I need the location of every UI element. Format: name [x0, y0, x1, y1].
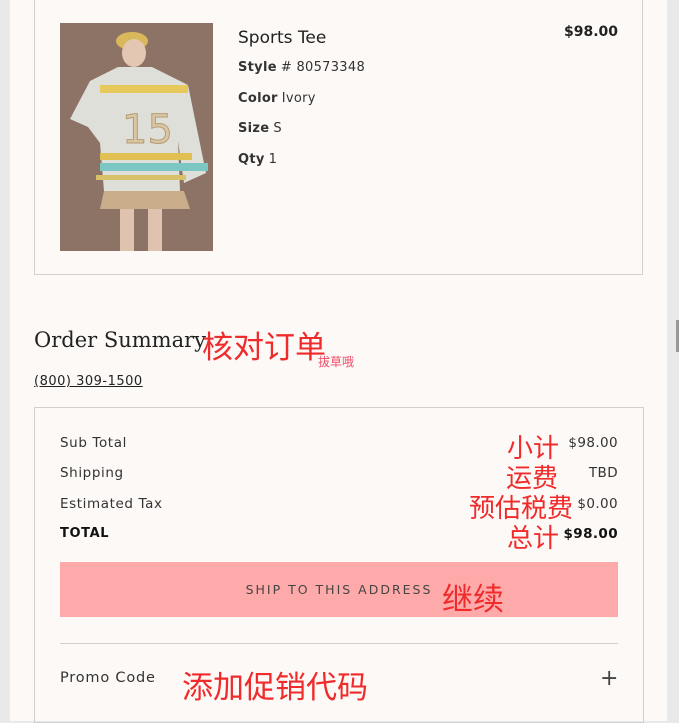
- phone-link[interactable]: (800) 309-1500: [34, 374, 143, 389]
- annotation-order-summary: 核对订单: [202, 330, 326, 366]
- subtotal-value: $98.00: [568, 435, 618, 451]
- product-name[interactable]: Sports Tee: [238, 28, 326, 48]
- qty-label: Qty: [238, 152, 265, 167]
- annotation-continue: 继续: [442, 582, 504, 618]
- color-value: Ivory: [281, 91, 316, 106]
- product-qty: Qty 1: [238, 152, 277, 167]
- annotation-total: 总计: [507, 524, 560, 554]
- product-style: Style # 80573348: [238, 60, 365, 75]
- order-summary-title: Order Summary: [34, 328, 206, 352]
- size-value: S: [273, 121, 282, 136]
- product-price: $98.00: [563, 24, 618, 40]
- style-value: # 80573348: [280, 60, 366, 75]
- product-size: Size S: [238, 121, 282, 136]
- total-label: TOTAL: [60, 526, 110, 541]
- qty-value: 1: [268, 152, 278, 167]
- annotation-promo: 添加促销代码: [182, 670, 368, 706]
- color-label: Color: [238, 91, 278, 106]
- promo-code-label[interactable]: Promo Code: [60, 670, 156, 686]
- style-label: Style: [238, 60, 277, 75]
- product-color: Color Ivory: [238, 91, 316, 106]
- total-value: $98.00: [563, 526, 618, 542]
- jersey-number-text: 15: [122, 107, 173, 153]
- watermark-text: 拔草哦: [318, 355, 355, 369]
- ship-to-address-button[interactable]: SHIP TO THIS ADDRESS: [60, 562, 618, 617]
- shipping-label: Shipping: [60, 465, 124, 481]
- product-image: 15: [60, 23, 213, 251]
- tax-value: $0.00: [577, 496, 618, 512]
- shipping-value: TBD: [588, 465, 618, 481]
- subtotal-label: Sub Total: [60, 435, 127, 451]
- expand-promo-plus-icon[interactable]: +: [600, 668, 618, 690]
- divider: [60, 643, 618, 644]
- tax-label: Estimated Tax: [60, 496, 163, 512]
- size-label: Size: [238, 121, 270, 136]
